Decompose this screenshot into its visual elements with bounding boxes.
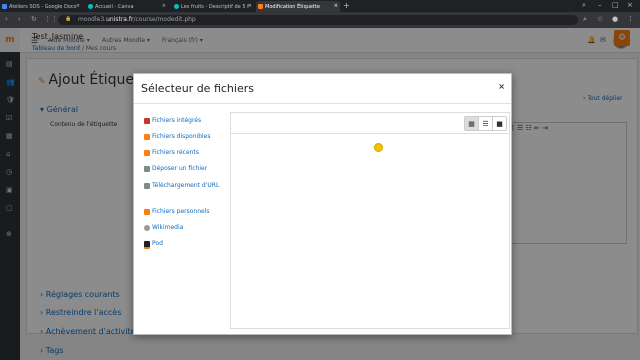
maximize-icon[interactable]: □ — [612, 1, 619, 9]
profile-icon[interactable]: ● — [612, 15, 618, 23]
browser-tab-moodle[interactable]: Modification Étiquette × — [256, 1, 340, 12]
file-picker-dialog: Sélecteur de fichiers × Fichiers intégré… — [133, 73, 512, 335]
repo-embedded-files[interactable]: Fichiers intégrés — [144, 117, 228, 124]
repo-private-files[interactable]: Fichiers personnels — [144, 208, 228, 215]
repo-pod[interactable]: Pod — [144, 240, 228, 249]
moodle-icon — [144, 209, 150, 215]
close-icon[interactable]: × — [248, 3, 252, 9]
tab-title: Ateliers SOS - Google Docs — [9, 3, 77, 10]
upload-icon — [144, 166, 150, 172]
new-tab-icon[interactable]: + — [343, 1, 350, 10]
url-icon — [144, 183, 150, 189]
close-window-icon[interactable]: × — [627, 1, 633, 9]
browser-tab-google-docs[interactable]: Ateliers SOS - Google Docs × — [0, 1, 82, 12]
repo-recent-files[interactable]: Fichiers récents — [144, 149, 228, 156]
canva-icon — [88, 4, 93, 9]
folder-view-icon[interactable]: ■ — [492, 117, 506, 130]
pod-icon — [144, 241, 150, 249]
back-icon[interactable]: ‹ — [5, 15, 8, 23]
search-icon[interactable]: ⌕ — [583, 15, 587, 24]
url-text: moodle3.unistra.fr/course/modedit.php — [78, 16, 196, 23]
dialog-title: Sélecteur de fichiers — [141, 82, 254, 95]
close-icon[interactable]: × — [498, 82, 505, 91]
grid-view-icon[interactable]: ▦ — [465, 117, 478, 130]
divider — [134, 103, 511, 104]
tab-title: Les fruits - Descriptif de 5 f — [181, 3, 249, 10]
menu-icon[interactable]: ⋮ — [627, 15, 634, 23]
view-switcher: ▦ ☰ ■ — [464, 116, 507, 131]
moodle-icon — [258, 4, 263, 9]
repo-wikimedia[interactable]: Wikimedia — [144, 224, 228, 231]
apps-icon[interactable]: ⋮⋮ — [44, 15, 58, 23]
list-view-icon[interactable]: ☰ — [478, 117, 492, 130]
file-icon — [144, 118, 150, 124]
canva-icon — [174, 4, 179, 9]
forward-icon[interactable]: › — [18, 15, 21, 23]
browser-tab-fruits[interactable]: Les fruits - Descriptif de 5 f × — [172, 1, 254, 12]
file-content-area: ▦ ☰ ■ — [230, 112, 510, 329]
tab-title: Modification Étiquette — [265, 3, 320, 10]
lock-icon[interactable]: 🔒 — [65, 16, 71, 22]
repo-server-files[interactable]: Fichiers disponibles — [144, 133, 228, 140]
browser-tab-canva[interactable]: Accueil - Canva × — [86, 1, 168, 12]
moodle-icon — [144, 150, 150, 156]
repo-url-download[interactable]: Téléchargement d'URL — [144, 182, 228, 189]
close-icon[interactable]: × — [162, 3, 166, 9]
minimize-icon[interactable]: – — [598, 1, 602, 9]
star-icon[interactable]: ☆ — [597, 15, 603, 23]
search-tabs-icon[interactable]: ⌕ — [582, 1, 586, 10]
wikimedia-icon — [144, 225, 150, 231]
close-icon[interactable]: × — [334, 3, 338, 9]
close-icon[interactable]: × — [76, 3, 80, 9]
docs-icon — [2, 4, 7, 9]
moodle-icon — [144, 134, 150, 140]
browser-tab-strip: Ateliers SOS - Google Docs × Accueil - C… — [0, 0, 640, 12]
loading-spinner-icon — [374, 143, 383, 152]
tab-title: Accueil - Canva — [95, 3, 134, 10]
file-toolbar: ▦ ☰ ■ — [231, 113, 509, 134]
address-bar: ‹ › ↻ ⋮⋮ 🔒 moodle3.unistra.fr/course/mod… — [0, 12, 640, 28]
reload-icon[interactable]: ↻ — [31, 15, 37, 23]
repo-upload-file[interactable]: Déposer un fichier — [144, 165, 228, 172]
